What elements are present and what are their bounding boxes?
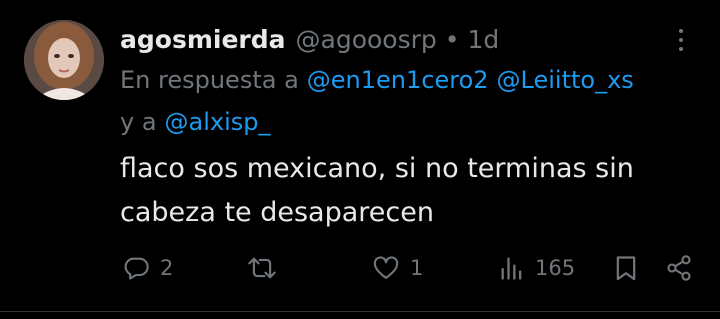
display-name[interactable]: agosmierda <box>120 22 286 58</box>
tweet-header: agosmierda @agooosrp • 1d <box>120 22 499 58</box>
replying-to-and: y a <box>120 108 157 136</box>
user-handle[interactable]: @agooosrp <box>296 22 437 58</box>
timestamp[interactable]: 1d <box>468 22 500 58</box>
avatar[interactable] <box>24 20 104 100</box>
bookmark-button[interactable] <box>613 250 639 286</box>
reply-icon <box>124 257 149 280</box>
share-icon <box>667 255 691 281</box>
retweet-button[interactable] <box>247 250 287 286</box>
replying-to-line-2: y a @alxisp_ <box>120 104 710 140</box>
tweet[interactable]: agosmierda @agooosrp • 1d En respuesta a… <box>0 0 720 319</box>
share-button[interactable] <box>665 250 693 286</box>
action-bar: 2 1 165 <box>0 250 720 286</box>
tweet-text-line-1: flaco sos mexicano, si no terminas sin <box>120 153 634 184</box>
more-icon[interactable] <box>671 24 691 56</box>
reply-button[interactable]: 2 <box>122 250 173 286</box>
like-button[interactable]: 1 <box>372 250 423 286</box>
replying-to-line-1: En respuesta a @en1en1cero2 @Leiitto_xs <box>120 62 710 98</box>
reply-count: 2 <box>160 256 174 280</box>
like-count: 1 <box>410 256 424 280</box>
tweet-divider <box>0 311 720 312</box>
mention-link[interactable]: @alxisp_ <box>165 108 271 136</box>
bookmark-icon <box>616 256 636 281</box>
retweet-icon <box>248 257 276 279</box>
heart-icon <box>373 256 399 279</box>
views-count: 165 <box>535 256 576 280</box>
views-icon <box>501 257 522 280</box>
mention-link[interactable]: @en1en1cero2 <box>307 66 489 94</box>
tweet-text-line-2: cabeza te desaparecen <box>120 197 434 228</box>
views-button[interactable]: 165 <box>499 250 575 286</box>
separator-dot: • <box>444 25 460 54</box>
replying-to-label: En respuesta a <box>120 66 299 94</box>
mention-link[interactable]: @Leiitto_xs <box>497 66 634 94</box>
